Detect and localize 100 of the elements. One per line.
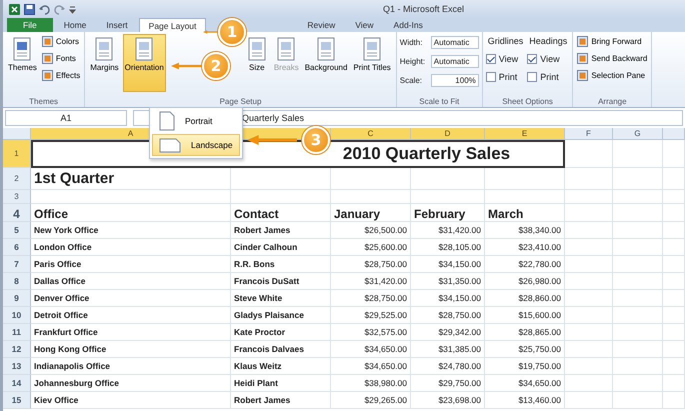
ribbon-tab[interactable]: Home	[54, 18, 96, 32]
column-header[interactable]: E	[485, 128, 565, 140]
scale-spinner[interactable]: 100%	[430, 74, 479, 87]
ribbon-tab[interactable]: Insert	[97, 18, 137, 32]
checkbox[interactable]	[486, 72, 496, 82]
row-header[interactable]: 3	[3, 190, 31, 204]
row-header[interactable]: 9	[3, 290, 31, 307]
table-cell: $28,860.00	[485, 290, 565, 307]
empty-cell	[663, 324, 685, 341]
ribbon-button[interactable]: Fonts	[40, 51, 82, 66]
checkbox[interactable]	[486, 54, 496, 64]
row-header[interactable]: 7	[3, 256, 31, 273]
checkbox[interactable]	[527, 72, 538, 82]
ribbon-button[interactable]: Orientation	[122, 34, 166, 92]
row-header[interactable]: 2	[3, 168, 31, 190]
ribbon-button[interactable]: Bring Forward	[576, 34, 648, 49]
page-icon	[361, 37, 384, 61]
row-header[interactable]: 14	[3, 375, 31, 392]
redo-icon[interactable]	[54, 4, 65, 14]
ribbon-tab[interactable]: Review	[298, 18, 344, 32]
checkbox[interactable]	[527, 54, 538, 64]
ribbon-button[interactable]: Selection Pane	[576, 68, 648, 83]
column-header[interactable]: G	[613, 128, 663, 140]
ribbon-button[interactable]: Themes	[6, 34, 39, 92]
table-cell: Johannesburg Office	[31, 375, 231, 392]
page-icon	[275, 37, 298, 61]
empty-cell	[565, 375, 613, 392]
group-label: Themes	[28, 97, 60, 107]
table-cell: $31,420.00	[331, 273, 411, 290]
row-header[interactable]: 11	[3, 324, 31, 341]
column-header[interactable]: F	[565, 128, 613, 140]
ribbon-button[interactable]: Send Backward	[576, 51, 648, 66]
empty-cell	[565, 290, 613, 307]
empty-cell	[613, 256, 663, 273]
empty-cell	[663, 392, 685, 409]
table-cell: February	[411, 204, 485, 222]
empty-cell	[613, 341, 663, 358]
row-header[interactable]: 5	[3, 222, 31, 239]
empty-cell	[663, 239, 685, 256]
table-cell: $25,600.00	[331, 239, 411, 256]
row-header[interactable]: 6	[3, 239, 31, 256]
table-cell: $26,500.00	[331, 222, 411, 239]
ribbon-button[interactable]: Print Titles	[351, 34, 393, 92]
row-header[interactable]: 15	[3, 392, 31, 409]
ribbon-tab[interactable]: Add-Ins	[384, 18, 432, 32]
row-header[interactable]: 12	[3, 341, 31, 358]
ribbon-button[interactable]: Margins	[88, 34, 121, 92]
ribbon-button[interactable]: Background	[302, 34, 350, 92]
ribbon-button[interactable]: Effects	[40, 68, 82, 83]
excel-logo-icon[interactable]	[9, 4, 20, 14]
table-cell: 1st Quarter	[31, 168, 231, 190]
group-label: Sheet Options	[501, 97, 554, 107]
ribbon-tab[interactable]: View	[346, 18, 383, 32]
empty-cell	[565, 256, 613, 273]
empty-cell	[565, 190, 613, 204]
empty-cell	[613, 358, 663, 375]
row-header[interactable]: 4	[3, 204, 31, 222]
table-cell: $29,342.00	[411, 324, 485, 341]
table-cell: $34,650.00	[331, 341, 411, 358]
table-cell: $34,650.00	[485, 375, 565, 392]
ribbon-tab[interactable]: Page Layout	[138, 18, 206, 32]
empty-cell	[613, 375, 663, 392]
row-header[interactable]: 8	[3, 273, 31, 290]
menu-item[interactable]: Landscape	[152, 134, 240, 156]
table-cell: $29,750.00	[411, 375, 485, 392]
table-cell: $26,980.00	[485, 273, 565, 290]
empty-cell	[565, 140, 613, 168]
customize-caret-icon[interactable]	[69, 4, 76, 14]
row-header[interactable]: 10	[3, 307, 31, 324]
field-label: Height:	[400, 57, 426, 66]
row-header[interactable]: 1	[3, 140, 31, 168]
table-cell: March	[485, 204, 565, 222]
square-icon	[42, 36, 53, 47]
empty-cell	[613, 222, 663, 239]
size-dropdown[interactable]: Automatic	[430, 55, 479, 68]
ribbon-button[interactable]: Size	[244, 34, 270, 92]
square-icon	[577, 36, 588, 47]
save-icon[interactable]	[24, 4, 35, 14]
empty-cell	[565, 324, 613, 341]
size-dropdown[interactable]: Automatic	[430, 36, 479, 49]
table-cell: Office	[31, 204, 231, 222]
option-heading: Headings	[528, 35, 568, 48]
empty-cell	[613, 307, 663, 324]
file-tab[interactable]: File	[7, 18, 53, 32]
square-icon	[42, 53, 53, 64]
column-header[interactable]: D	[411, 128, 485, 140]
portrait-page-icon	[159, 111, 175, 131]
table-cell: Robert James	[231, 392, 331, 409]
ribbon-button[interactable]: Colors	[40, 34, 82, 49]
name-box[interactable]: A1	[5, 110, 127, 126]
table-cell: New York Office	[31, 222, 231, 239]
row-header[interactable]: 13	[3, 358, 31, 375]
table-cell: Robert James	[231, 222, 331, 239]
empty-cell	[565, 358, 613, 375]
table-cell: Klaus Weitz	[231, 358, 331, 375]
empty-cell	[565, 341, 613, 358]
table-cell: $34,150.00	[411, 256, 485, 273]
table-cell: $31,420.00	[411, 222, 485, 239]
column-header[interactable]: C	[331, 128, 411, 140]
undo-icon[interactable]	[39, 4, 50, 14]
